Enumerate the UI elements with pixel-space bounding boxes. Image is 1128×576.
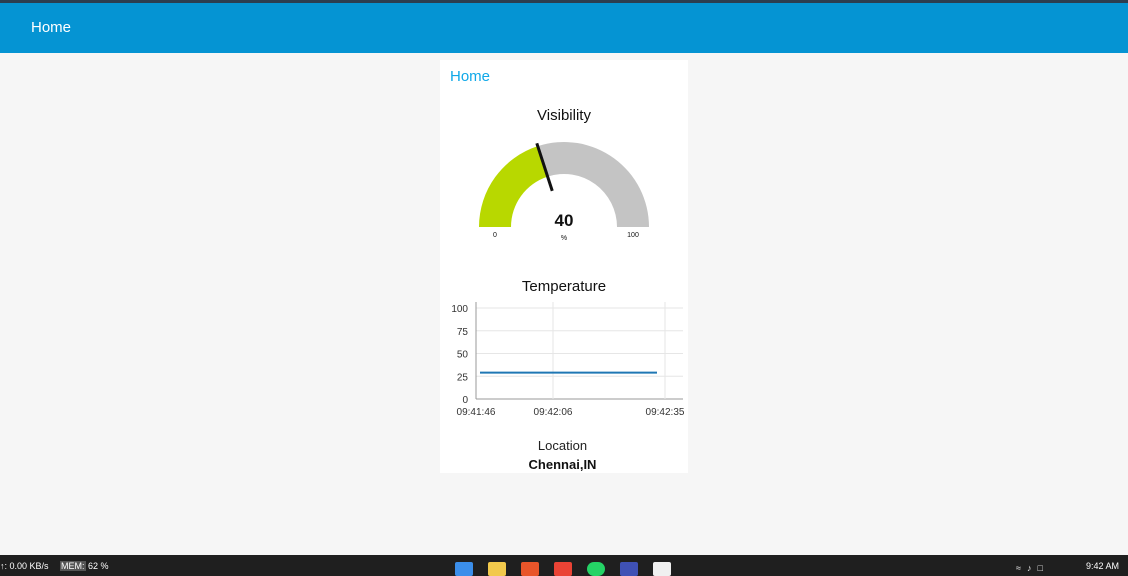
location-label: Location — [537, 438, 588, 453]
taskbar-apps — [455, 562, 671, 576]
chart-x-ticks: 09:41:46 09:42:06 09:42:35 — [457, 407, 685, 418]
x-tick-label: 09:42:35 — [646, 407, 685, 418]
volume-icon[interactable]: ♪ — [1027, 563, 1032, 573]
y-tick-label: 100 — [451, 304, 468, 315]
y-tick-label: 75 — [457, 327, 469, 338]
gmail-icon[interactable] — [554, 562, 572, 576]
file-explorer-icon[interactable] — [488, 562, 506, 576]
chart-grid — [475, 302, 683, 400]
clock-time[interactable]: 9:42 AM — [1086, 561, 1119, 571]
wifi-icon[interactable]: ≈ — [1016, 563, 1021, 573]
chart-y-ticks: 100 75 50 25 0 — [451, 304, 468, 406]
x-tick-label: 09:41:46 — [457, 407, 496, 418]
y-tick-label: 0 — [462, 395, 468, 406]
x-tick-label: 09:42:06 — [534, 407, 573, 418]
whatsapp-icon[interactable] — [587, 562, 605, 576]
y-tick-label: 50 — [457, 350, 469, 361]
mem-readout: MEM: 62 % — [60, 561, 109, 571]
os-taskbar: ↑: 0.00 KB/s MEM: 62 % ≈ ♪ □ 9:42 AM — [0, 555, 1128, 576]
app-toolbar: Home — [0, 3, 1128, 53]
temperature-chart: 100 75 50 25 0 09:41:46 09:42:06 09:42:35 — [451, 302, 685, 418]
y-tick-label: 25 — [457, 372, 469, 383]
location-value: Chennai,IN — [528, 457, 597, 472]
python-file-icon[interactable] — [653, 562, 671, 576]
dashboard-group-card: Home Visibility 40 % 0 100 Temperature 1… — [440, 60, 688, 473]
brave-browser-icon[interactable] — [521, 562, 539, 576]
system-tray: ≈ ♪ □ — [1016, 563, 1043, 573]
mem-value: 62 % — [88, 561, 109, 571]
net-speed-readout: ↑: 0.00 KB/s — [0, 561, 49, 571]
mem-label: MEM: — [60, 561, 86, 571]
windows-start-icon[interactable] — [455, 562, 473, 576]
battery-icon[interactable]: □ — [1037, 563, 1042, 573]
toolbar-title: Home — [31, 19, 72, 36]
app-f-icon[interactable] — [620, 562, 638, 576]
